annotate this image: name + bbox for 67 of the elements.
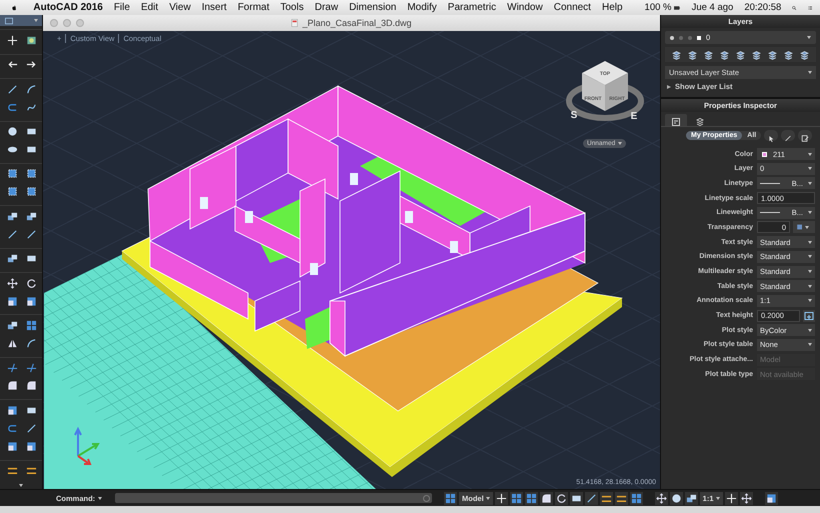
document-icon (291, 19, 300, 27)
caret-icon (34, 19, 38, 22)
compass-label[interactable]: E (630, 111, 638, 122)
menu-item[interactable]: Dimension (349, 2, 396, 13)
caret-icon (808, 270, 812, 273)
quick-select-icon[interactable] (764, 130, 778, 141)
caret-icon (808, 167, 812, 170)
caret-icon (618, 142, 622, 145)
menu-item[interactable]: Format (238, 2, 270, 13)
caret-icon (808, 240, 812, 244)
disclosure-triangle-icon (667, 84, 671, 88)
menu-item[interactable]: Edit (140, 2, 158, 13)
layer-icon[interactable] (799, 49, 810, 60)
ucs-axes-icon (74, 426, 100, 465)
caret-icon (808, 255, 812, 258)
viewcube-drawing[interactable] (566, 61, 644, 121)
window-title: _Plano_CasaFinal_3D.dwg (302, 18, 412, 28)
menu-item[interactable]: Draw (314, 2, 338, 13)
caret-icon (808, 299, 812, 302)
compass-label[interactable]: S (570, 110, 578, 121)
caret-icon (98, 496, 102, 500)
layer-icon[interactable] (767, 49, 778, 60)
color-swatch-icon (697, 36, 701, 40)
properties-tab[interactable] (665, 114, 687, 126)
layer-icon[interactable] (783, 49, 794, 60)
menu-item[interactable]: File (114, 2, 130, 13)
layout-grid-icon[interactable] (444, 492, 457, 504)
grid-icon[interactable] (510, 492, 523, 504)
line-sample-icon (760, 182, 780, 184)
caret-icon (808, 211, 812, 214)
app-name[interactable]: AutoCAD 2016 (33, 2, 103, 13)
menu-item[interactable]: Insert (202, 2, 227, 13)
battery-percentage: 100 % (644, 2, 672, 13)
caret-icon (808, 182, 812, 185)
caret-icon (808, 343, 812, 346)
caret-icon (805, 226, 809, 229)
menu-item[interactable]: Window (507, 2, 543, 13)
caret-icon (486, 496, 490, 500)
transparency-menu-button[interactable] (793, 221, 815, 234)
battery-icon[interactable] (674, 4, 681, 12)
line-sample-icon (760, 212, 780, 214)
menu-bar-date[interactable]: Jue 4 ago (692, 2, 734, 13)
layer-icon[interactable] (735, 49, 746, 60)
layer-icon[interactable] (687, 49, 698, 60)
menu-item[interactable]: Parametric (448, 2, 496, 13)
menu-bar-time[interactable]: 20:20:58 (744, 2, 782, 13)
layer-icon[interactable] (719, 49, 730, 60)
layer-icon[interactable] (703, 49, 714, 60)
layers-icon (694, 117, 706, 127)
workspace-dropdown[interactable] (0, 15, 42, 26)
layer-icon[interactable] (751, 49, 762, 60)
caret-icon (716, 496, 720, 500)
caret-icon (808, 152, 812, 156)
menu-item[interactable]: Connect (554, 2, 591, 13)
menu-item[interactable]: Tools (280, 2, 304, 13)
menu-item[interactable]: Modify (407, 2, 437, 13)
square-icon (796, 223, 804, 232)
property-sheet-icon (670, 117, 682, 127)
menu-item[interactable]: View (169, 2, 191, 13)
command-input-field[interactable] (115, 493, 432, 503)
menu-item[interactable]: Help (602, 2, 623, 13)
caret-icon (808, 71, 812, 74)
caret-icon (807, 36, 811, 39)
layer-icon[interactable] (671, 49, 682, 60)
grid-icon[interactable] (524, 492, 538, 504)
caret-icon (808, 284, 812, 288)
caret-icon (808, 328, 812, 332)
